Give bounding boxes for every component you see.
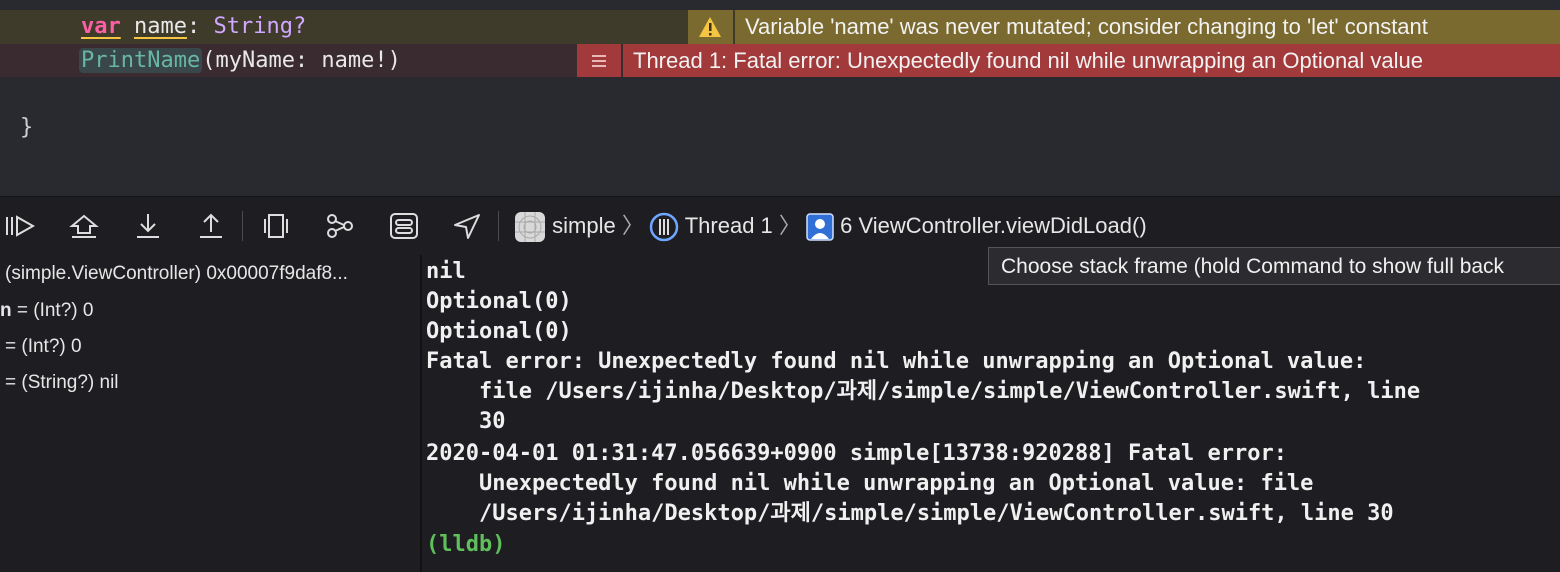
console-line: Optional(0) [426, 289, 572, 314]
stack-frame-tooltip: Choose stack frame (hold Command to show… [988, 247, 1560, 285]
closing-brace: } [20, 115, 34, 140]
variable-name: n [0, 300, 12, 321]
breadcrumb-thread-label: Thread 1 [684, 213, 773, 238]
step-out-button[interactable] [196, 211, 226, 241]
warning-icon-button[interactable] [688, 10, 733, 44]
step-out-icon [200, 213, 222, 238]
simulate-location-button[interactable] [452, 211, 482, 241]
error-message[interactable]: Thread 1: Fatal error: Unexpectedly foun… [623, 44, 1560, 77]
view-hierarchy-button[interactable] [261, 211, 291, 241]
environment-overrides-button[interactable] [389, 211, 419, 241]
step-into-icon [137, 214, 159, 238]
debug-console[interactable]: nil Optional(0) Optional(0) Fatal error:… [422, 255, 1560, 572]
view-hierarchy-icon [264, 214, 288, 238]
chevron-right-icon: 〉 [778, 213, 801, 238]
warning-message[interactable]: Variable 'name' was never mutated; consi… [735, 10, 1560, 44]
console-line: nil [426, 259, 466, 284]
breadcrumb-thread[interactable]: Thread 1 〉 [649, 207, 801, 245]
breadcrumb-app-label: simple [552, 213, 616, 238]
chevron-right-icon: 〉 [621, 213, 644, 238]
console-line: Optional(0) [426, 319, 572, 344]
variable-n[interactable]: n = (Int?) 0 [0, 296, 415, 326]
lldb-prompt[interactable]: (lldb) [426, 530, 505, 560]
simulate-location-icon [454, 214, 480, 239]
identifier-name: name [134, 14, 187, 39]
console-line: 2020-04-01 01:31:47.056639+0900 simple[1… [426, 441, 1287, 466]
step-over-button[interactable] [69, 211, 99, 241]
continue-button[interactable] [5, 211, 35, 241]
variable-int[interactable]: = (Int?) 0 [5, 332, 420, 362]
console-line: file /Users/ijinha/Desktop/과제/simple/sim… [426, 379, 1421, 404]
continue-icon [6, 215, 35, 237]
toolbar-separator [498, 211, 499, 241]
breadcrumb-stack-frame[interactable]: 6 ViewController.viewDidLoad() [806, 207, 1147, 245]
breadcrumb-frame-label: 6 ViewController.viewDidLoad() [840, 213, 1147, 238]
colon: : [186, 14, 214, 39]
thread-icon [649, 212, 679, 242]
code-line-var-name[interactable]: var name: String? [81, 11, 306, 43]
type-string-optional: String? [213, 14, 307, 39]
error-menu-button[interactable] [577, 44, 621, 77]
keyword-var: var [81, 14, 121, 39]
hamburger-icon [592, 55, 606, 67]
call-arguments: (myName: name!) [202, 48, 401, 73]
function-printname: PrintName [79, 48, 203, 73]
step-into-button[interactable] [133, 211, 163, 241]
variable-string[interactable]: = (String?) nil [5, 368, 420, 398]
toolbar-separator [242, 211, 243, 241]
step-over-icon [69, 214, 99, 238]
variable-self[interactable]: (simple.ViewController) 0x00007f9daf8... [5, 259, 420, 289]
app-icon [515, 212, 545, 243]
variables-view[interactable]: (simple.ViewController) 0x00007f9daf8...… [0, 255, 420, 572]
memory-graph-button[interactable] [325, 211, 355, 241]
variable-value: = (Int?) 0 [11, 300, 94, 321]
environment-overrides-icon [390, 213, 418, 239]
console-line: Unexpectedly found nil while unwrapping … [426, 471, 1314, 496]
console-line: Fatal error: Unexpectedly found nil whil… [426, 349, 1367, 374]
console-line: 30 [426, 409, 506, 434]
memory-graph-icon [327, 214, 353, 238]
breadcrumb-app[interactable]: simple 〉 [514, 207, 644, 245]
code-line-printname-call[interactable]: PrintName(myName: name!) [79, 45, 401, 77]
user-code-frame-icon [806, 213, 834, 241]
console-line: /Users/ijinha/Desktop/과제/simple/simple/V… [426, 501, 1394, 526]
warning-triangle-icon [699, 17, 721, 37]
